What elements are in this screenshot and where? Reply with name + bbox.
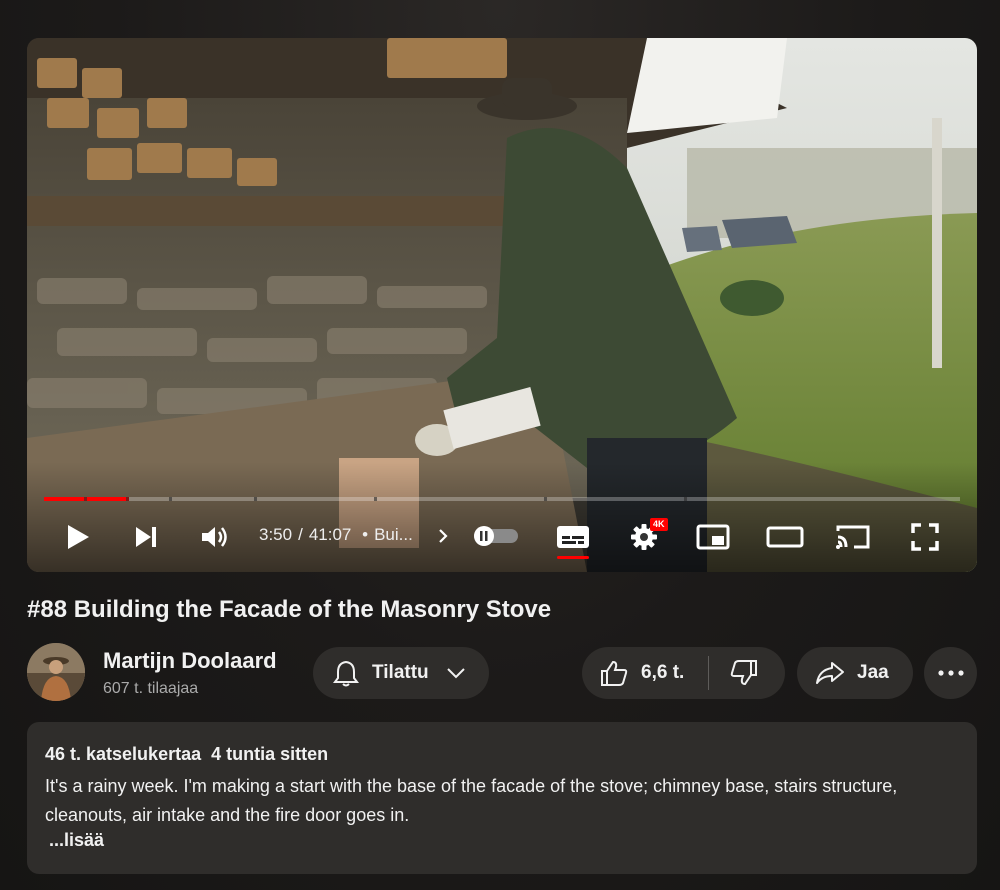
video-meta: 46 t. katselukertaa 4 tuntia sitten	[45, 744, 328, 765]
theater-mode-button[interactable]	[765, 522, 805, 552]
theater-mode-icon	[766, 526, 804, 548]
dislike-button[interactable]	[729, 659, 759, 687]
cast-icon	[836, 525, 870, 549]
play-button[interactable]	[63, 522, 93, 552]
like-dislike-group: 6,6 t.	[582, 647, 785, 699]
chapter-marker	[84, 497, 87, 501]
share-button[interactable]: Jaa	[797, 647, 913, 699]
chapter-marker	[684, 497, 687, 501]
autoplay-toggle[interactable]	[472, 525, 520, 547]
description-box[interactable]: 46 t. katselukertaa 4 tuntia sitten It's …	[27, 722, 977, 874]
description-text: It's a rainy week. I'm making a start wi…	[45, 776, 898, 825]
subscribe-label: Tilattu	[372, 662, 429, 683]
time-current: 3:50	[259, 525, 293, 544]
progress-bar[interactable]	[44, 497, 960, 501]
fullscreen-button[interactable]	[907, 522, 943, 552]
avatar-image	[27, 643, 85, 701]
chapter-marker	[169, 497, 172, 501]
like-count: 6,6 t.	[641, 662, 685, 683]
chapter-marker	[374, 497, 377, 501]
chapter-title[interactable]: Bui...	[374, 525, 413, 544]
chapter-bullet: •	[362, 525, 369, 544]
subscriber-count: 607 t. tilaajaa	[103, 680, 199, 697]
controls-gradient	[27, 462, 977, 572]
video-title: #88 Building the Facade of the Masonry S…	[27, 596, 552, 623]
subtitles-button[interactable]	[555, 522, 591, 552]
cast-button[interactable]	[833, 522, 873, 552]
share-label: Jaa	[857, 662, 889, 683]
chapter-marker	[544, 497, 547, 501]
like-button[interactable]: 6,6 t.	[599, 659, 684, 687]
time-separator: /	[298, 525, 303, 544]
channel-name[interactable]: Martijn Doolaard	[103, 648, 277, 674]
channel-avatar[interactable]	[27, 643, 85, 701]
fullscreen-icon	[911, 523, 939, 551]
next-button[interactable]	[131, 522, 161, 552]
time-total: 41:07	[308, 525, 352, 544]
subtitles-icon	[557, 526, 589, 548]
subscribe-button[interactable]: Tilattu	[313, 647, 489, 699]
subtitles-active-indicator	[557, 556, 589, 559]
like-divider	[708, 656, 710, 690]
bell-icon	[333, 660, 359, 687]
chevron-right-icon	[439, 529, 448, 543]
volume-button[interactable]	[199, 522, 231, 552]
quality-badge: 4K	[650, 518, 668, 531]
chevron-down-icon	[446, 668, 465, 679]
thumbs-down-icon	[731, 660, 758, 686]
play-icon	[68, 525, 89, 549]
more-actions-button[interactable]	[924, 647, 977, 699]
view-count: 46 t. katselukertaa	[45, 744, 202, 764]
time-display: 3:50 / 41:07 • Bui...	[259, 525, 419, 545]
miniplayer-button[interactable]	[695, 522, 731, 552]
more-horizontal-icon	[937, 670, 964, 676]
show-more-link[interactable]: ...lisää	[49, 830, 104, 851]
volume-icon	[202, 527, 227, 547]
upload-age: 4 tuntia sitten	[211, 744, 329, 764]
chapter-next-button[interactable]	[435, 525, 451, 547]
chapter-marker	[254, 497, 257, 501]
miniplayer-icon	[696, 524, 730, 550]
thumbs-up-icon	[601, 660, 628, 686]
share-icon	[816, 662, 844, 684]
video-player[interactable]: 3:50/41:07 • Bui... 4K	[27, 38, 977, 572]
skip-next-icon	[136, 527, 156, 547]
chapter-marker	[126, 497, 129, 501]
